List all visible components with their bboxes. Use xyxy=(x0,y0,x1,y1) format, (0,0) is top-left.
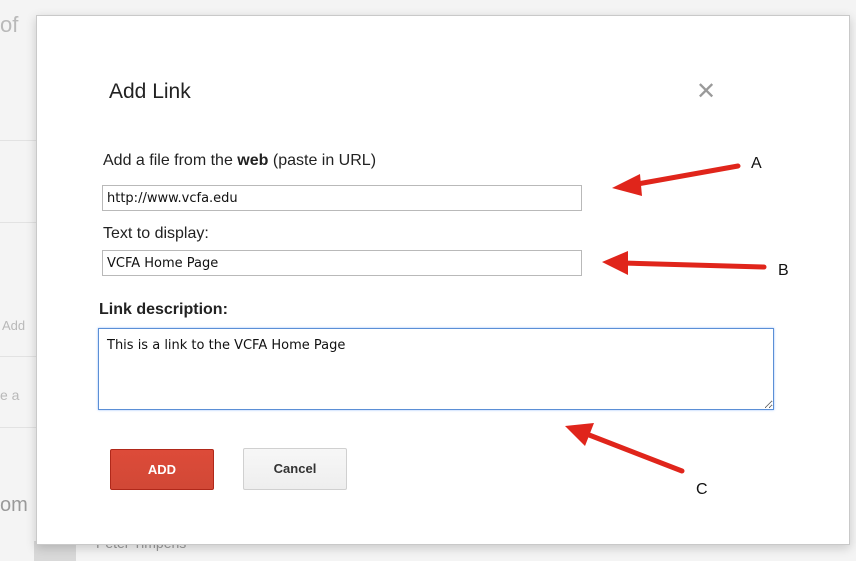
arrow-a xyxy=(612,163,741,196)
annotation-label-b: B xyxy=(778,262,789,279)
arrow-c xyxy=(565,423,685,474)
annotation-arrows xyxy=(565,163,767,474)
annotation-label-c: C xyxy=(696,481,708,498)
annotation-label-a: A xyxy=(751,155,762,172)
arrow-b xyxy=(602,251,767,275)
